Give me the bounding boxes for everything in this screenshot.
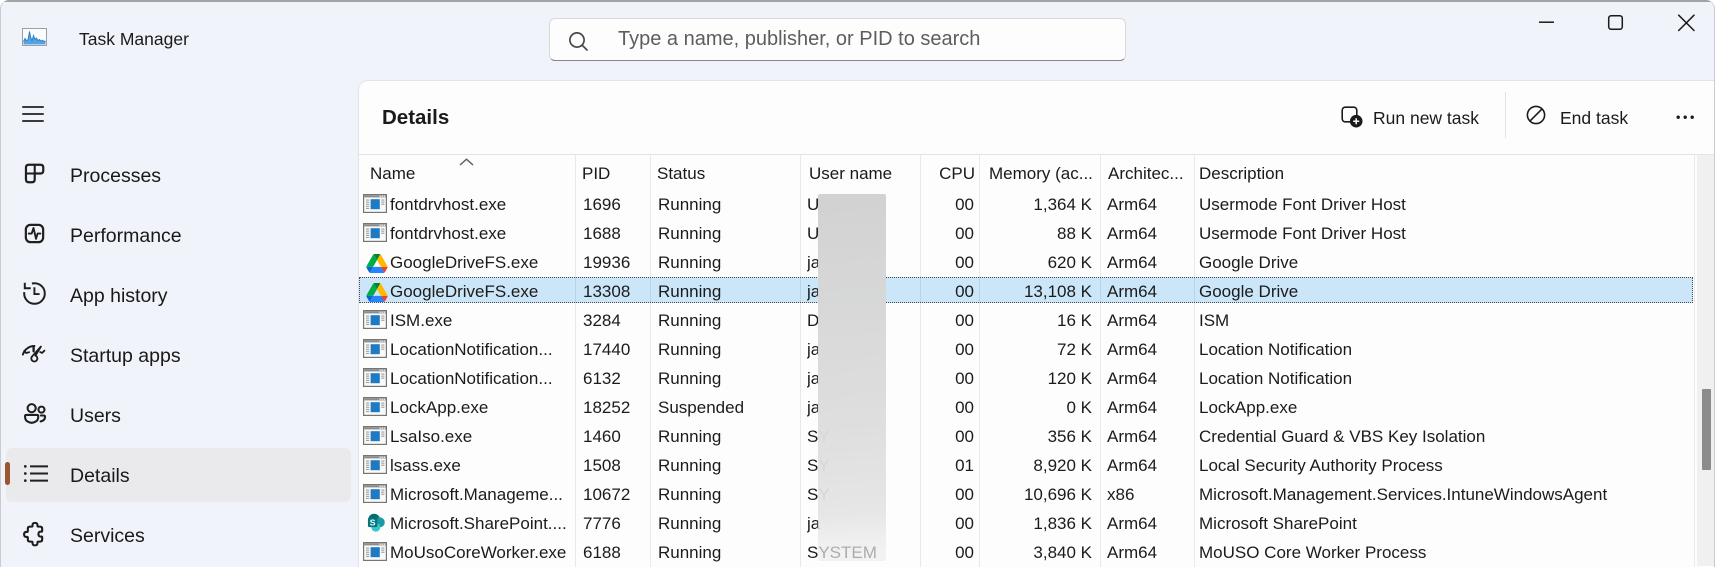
svg-text:S: S bbox=[370, 518, 376, 528]
